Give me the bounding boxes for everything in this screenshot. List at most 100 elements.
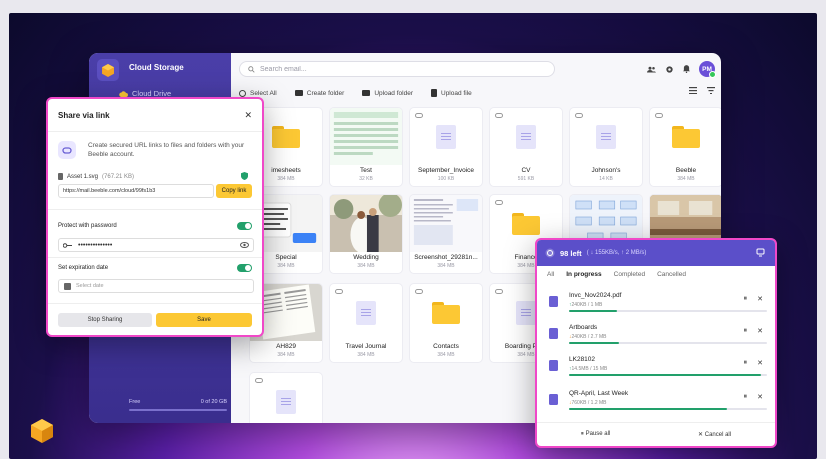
progress-bar (569, 342, 767, 344)
avatar[interactable]: PM (699, 61, 716, 78)
file-name: Screenshot_29281n... (414, 254, 478, 261)
search-box[interactable] (239, 61, 555, 77)
divider (48, 257, 262, 258)
close-icon[interactable]: ✕ (244, 110, 252, 121)
upload-folder-button[interactable]: Upload folder (362, 90, 413, 97)
file-card[interactable]: Beeble 384 MB (649, 107, 721, 187)
stop-sharing-button[interactable]: Stop Sharing (58, 313, 152, 327)
transfer-file-name: LK28102 (569, 356, 596, 363)
asset-name: Asset 1.svg (67, 173, 99, 180)
cancel-all-button[interactable]: ✕ Cancel all (698, 431, 731, 438)
top-actions: PM (647, 61, 716, 78)
pause-icon[interactable]: ⏸ (744, 327, 748, 335)
tab-in-progress[interactable]: In progress (566, 271, 601, 278)
cloud-icon (119, 90, 128, 97)
filter-icon[interactable] (707, 87, 715, 94)
tab-cancelled[interactable]: Cancelled (657, 271, 686, 278)
file-card[interactable]: Johnson's 14 KB (569, 107, 643, 187)
folder-icon (272, 125, 300, 148)
pause-icon[interactable]: ⏸ (744, 393, 748, 401)
upload-file-button[interactable]: Upload file (431, 89, 472, 97)
file-card[interactable]: Travel Journal 384 MB (329, 283, 403, 363)
file-card[interactable]: September_Invoice 100 KB (409, 107, 483, 187)
cancel-icon[interactable]: ✕ (757, 359, 763, 367)
file-name: Johnson's (591, 167, 621, 174)
transfer-panel: 98 left ( ↓ 155KB/s, ↑ 2 MB/s) All In pr… (535, 238, 777, 448)
transfer-tabs: All In progress Completed Cancelled (547, 271, 686, 278)
document-icon (356, 300, 376, 325)
file-size: 384 MB (357, 263, 375, 269)
transfer-header: 98 left ( ↓ 155KB/s, ↑ 2 MB/s) (537, 240, 775, 266)
gear-icon[interactable] (665, 65, 674, 74)
file-thumbnail (330, 108, 402, 165)
protect-label: Protect with password (58, 223, 117, 229)
tab-completed[interactable]: Completed (614, 271, 645, 278)
file-name: CV (521, 167, 531, 174)
file-card[interactable]: Contacts 384 MB (409, 283, 483, 363)
transfer-meta: ↑240KB / 1 MB (569, 302, 602, 308)
transfer-controls: ⏸ ✕ (744, 295, 763, 303)
cancel-icon[interactable]: ✕ (757, 327, 763, 335)
pause-all-button[interactable]: ⏸ Pause all (581, 431, 610, 438)
asset-info: Asset 1.svg (767.21 KB) (58, 173, 134, 180)
file-name: Contacts (433, 343, 459, 350)
file-card[interactable]: CV 591 KB (489, 107, 563, 187)
transfer-size: 240KB / 2.7 MB (571, 334, 607, 340)
select-all-button[interactable]: Select All (239, 89, 277, 97)
app-logo-icon (97, 59, 119, 81)
pause-all-label: Pause all (585, 431, 611, 437)
divider (48, 131, 262, 132)
share-url-field[interactable] (58, 184, 214, 198)
minimize-icon[interactable] (756, 248, 765, 257)
link-icon (495, 289, 503, 294)
link-icon (495, 200, 503, 205)
copy-link-button[interactable]: Copy link (216, 184, 252, 198)
transfer-controls: ⏸ ✕ (744, 393, 763, 401)
date-field[interactable]: Select date (58, 279, 254, 293)
key-icon (63, 242, 72, 248)
link-icon (335, 289, 343, 294)
pause-icon[interactable]: ⏸ (744, 295, 748, 303)
link-icon (255, 378, 263, 383)
document-icon (436, 124, 456, 149)
top-bar: PM (239, 61, 716, 79)
transfer-controls: ⏸ ✕ (744, 327, 763, 335)
link-icon (415, 289, 423, 294)
cancel-icon[interactable]: ✕ (757, 393, 763, 401)
shield-icon (241, 172, 248, 180)
create-folder-button[interactable]: Create folder (294, 90, 344, 97)
transfer-size: 760KB / 1.2 MB (571, 400, 607, 406)
transfer-speed: ( ↓ 155KB/s, ↑ 2 MB/s) (586, 250, 647, 256)
list-view-icon[interactable] (689, 87, 697, 94)
progress-bar (569, 374, 767, 376)
file-name: Wedding (353, 254, 379, 261)
cancel-icon[interactable]: ✕ (757, 295, 763, 303)
search-input[interactable] (260, 65, 520, 73)
link-icon (655, 113, 663, 118)
save-button[interactable]: Save (156, 313, 252, 327)
pause-icon[interactable]: ⏸ (744, 359, 748, 367)
file-card[interactable]: Test 32 KB (329, 107, 403, 187)
file-card[interactable] (249, 372, 323, 423)
file-size: 384 MB (357, 352, 375, 358)
users-icon[interactable] (647, 66, 656, 73)
file-size: 384 MB (677, 176, 695, 182)
password-field[interactable]: •••••••••••••• (58, 238, 254, 252)
tab-all[interactable]: All (547, 271, 554, 278)
password-toggle[interactable] (237, 222, 252, 230)
file-size: 591 KB (517, 176, 535, 182)
transfer-meta: ↓240KB / 2.7 MB (569, 334, 607, 340)
file-size: 14 KB (599, 176, 613, 182)
file-card[interactable]: Screenshot_29281n... 384 MB (409, 194, 483, 274)
transfer-item: QR-April, Last Week ↓760KB / 1.2 MB ⏸ ✕ (547, 390, 769, 414)
file-size: 384 MB (437, 352, 455, 358)
avatar-initials: PM (702, 65, 712, 73)
file-card[interactable]: Wedding 384 MB (329, 194, 403, 274)
folder-plus-icon (294, 90, 303, 96)
expiration-toggle[interactable] (237, 264, 252, 272)
eye-icon[interactable] (240, 241, 249, 249)
transfer-controls: ⏸ ✕ (744, 359, 763, 367)
file-icon (549, 328, 558, 339)
bell-icon[interactable] (683, 65, 690, 73)
divider (48, 209, 262, 210)
